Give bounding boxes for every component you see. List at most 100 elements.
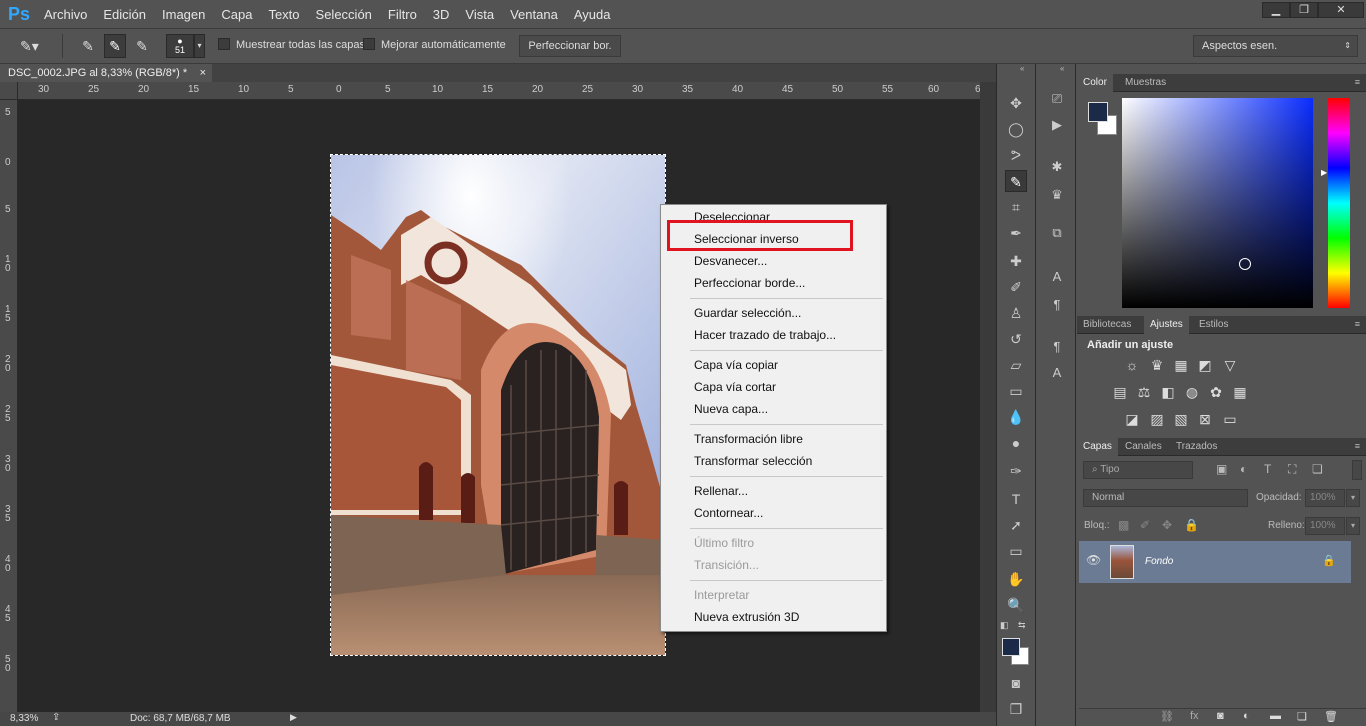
color-lookup-icon[interactable]: ▦ — [1231, 383, 1249, 401]
collapse-dock-icon[interactable]: « — [1060, 64, 1064, 73]
clone-stamp-tool-icon[interactable]: ♙ — [1005, 302, 1027, 324]
zoom-level[interactable]: 8,33% — [10, 713, 38, 724]
auto-enhance-checkbox[interactable] — [363, 38, 375, 50]
filter-type-icon[interactable]: T — [1264, 462, 1271, 476]
quick-mask-icon[interactable]: ◙ — [1005, 672, 1027, 694]
minimize-button[interactable]: ▁ — [1262, 2, 1290, 18]
context-menu-item[interactable]: Guardar selección... — [694, 306, 801, 320]
brush-size-dropdown-icon[interactable]: ▾ — [194, 34, 205, 58]
filter-smart-object-icon[interactable]: ❏ — [1312, 462, 1323, 476]
screen-mode-icon[interactable]: ❐ — [1005, 698, 1027, 720]
hand-tool-icon[interactable]: ✋ — [1005, 568, 1027, 590]
filter-shape-icon[interactable]: ⛶ — [1288, 462, 1296, 477]
paragraph-panel-icon[interactable]: ¶ — [1046, 294, 1068, 316]
filter-pixel-icon[interactable]: ▣ — [1216, 462, 1227, 476]
character-styles-icon[interactable]: A — [1046, 362, 1068, 384]
menu-capa[interactable]: Capa — [213, 7, 260, 22]
lock-all-icon[interactable]: 🔒 — [1184, 518, 1199, 532]
brush-presets-icon[interactable]: ♛ — [1046, 184, 1068, 206]
tab-adjustments[interactable]: Ajustes — [1144, 316, 1189, 334]
marquee-tool-icon[interactable]: ◯ — [1005, 118, 1027, 140]
brush-tool-icon[interactable]: ✐ — [1005, 276, 1027, 298]
hue-slider-handle-icon[interactable]: ▶ — [1321, 168, 1327, 177]
status-menu-arrow-icon[interactable]: ▶ — [290, 712, 297, 723]
close-tab-icon[interactable]: × — [200, 64, 206, 82]
layers-panel-menu-icon[interactable]: ≡ — [1355, 441, 1360, 451]
blend-mode-select[interactable]: Normal — [1083, 489, 1248, 507]
context-menu-item[interactable]: Transformar selección — [694, 454, 812, 468]
fill-dropdown-icon[interactable]: ▾ — [1346, 517, 1360, 535]
tab-paths[interactable]: Trazados — [1170, 438, 1223, 456]
context-menu-item[interactable]: Capa vía copiar — [694, 358, 778, 372]
adjustments-panel-menu-icon[interactable]: ≡ — [1355, 319, 1360, 329]
add-to-selection-brush-icon[interactable]: ✎ — [104, 34, 126, 58]
history-brush-tool-icon[interactable]: ↺ — [1005, 328, 1027, 350]
lock-position-icon[interactable]: ✥ — [1162, 518, 1172, 532]
tab-channels[interactable]: Canales — [1119, 438, 1168, 456]
selective-color-icon[interactable]: ⊠ — [1196, 410, 1214, 428]
dodge-tool-icon[interactable]: ● — [1005, 432, 1027, 454]
filter-toggle[interactable] — [1352, 460, 1362, 480]
menu-archivo[interactable]: Archivo — [36, 7, 95, 22]
document-image[interactable] — [330, 154, 666, 656]
color-picker-field[interactable] — [1122, 98, 1313, 308]
exposure-icon[interactable]: ◩ — [1196, 356, 1214, 374]
tab-styles[interactable]: Estilos — [1193, 316, 1234, 334]
menu-seleccion[interactable]: Selección — [308, 7, 380, 22]
new-group-icon[interactable]: ▬ — [1270, 710, 1281, 722]
delete-layer-icon[interactable]: 🗑 — [1324, 710, 1338, 723]
collapse-tools-icon[interactable]: « — [1020, 64, 1024, 73]
brush-size-picker[interactable]: ● 51 — [166, 34, 194, 58]
zoom-tool-icon[interactable]: 🔍 — [1005, 594, 1027, 616]
hue-slider[interactable] — [1328, 98, 1350, 308]
ruler-origin[interactable] — [0, 82, 18, 100]
lock-transparent-icon[interactable]: ▩ — [1118, 518, 1129, 532]
share-icon[interactable]: ⇪ — [52, 712, 60, 723]
photo-filter-icon[interactable]: ◍ — [1183, 383, 1201, 401]
pen-tool-icon[interactable]: ✑ — [1005, 460, 1027, 482]
context-menu-item[interactable]: Nueva capa... — [694, 402, 768, 416]
gradient-tool-icon[interactable]: ▭ — [1005, 380, 1027, 402]
brightness-contrast-icon[interactable]: ☼ — [1123, 356, 1141, 374]
document-tab[interactable]: DSC_0002.JPG al 8,33% (RGB/8*) * × — [0, 64, 212, 82]
move-tool-icon[interactable]: ✥ — [1005, 92, 1027, 114]
context-menu-item[interactable]: Desvanecer... — [694, 254, 767, 268]
blur-tool-icon[interactable]: 💧 — [1005, 406, 1027, 428]
posterize-icon[interactable]: ▨ — [1148, 410, 1166, 428]
black-white-icon[interactable]: ◧ — [1159, 383, 1177, 401]
menu-edicion[interactable]: Edición — [95, 7, 154, 22]
channel-mixer-icon[interactable]: ✿ — [1207, 383, 1225, 401]
layer-name[interactable]: Fondo — [1145, 556, 1173, 567]
fill-field[interactable]: 100% — [1305, 517, 1345, 535]
sample-all-layers-checkbox[interactable] — [218, 38, 230, 50]
eraser-tool-icon[interactable]: ▱ — [1005, 354, 1027, 376]
subtract-selection-brush-icon[interactable]: ✎ — [132, 35, 152, 57]
threshold-icon[interactable]: ▧ — [1172, 410, 1190, 428]
vibrance-icon[interactable]: ▽ — [1221, 356, 1239, 374]
menu-texto[interactable]: Texto — [260, 7, 307, 22]
brush-panel-icon[interactable]: ✱ — [1046, 156, 1068, 178]
3d-panel-icon[interactable]: ⧉ — [1046, 222, 1068, 244]
quick-selection-preset-icon[interactable]: ✎▾ — [20, 35, 56, 57]
quick-selection-tool-icon[interactable]: ✎ — [1005, 170, 1027, 192]
color-balance-icon[interactable]: ⚖ — [1135, 383, 1153, 401]
rectangle-tool-icon[interactable]: ▭ — [1005, 540, 1027, 562]
new-adjustment-layer-icon[interactable]: ◐ — [1243, 710, 1250, 722]
menu-ayuda[interactable]: Ayuda — [566, 7, 619, 22]
paragraph-styles-icon[interactable]: ¶ — [1046, 336, 1068, 358]
menu-3d[interactable]: 3D — [425, 7, 458, 22]
context-menu-item[interactable]: Transformación libre — [694, 432, 803, 446]
layer-kind-filter[interactable]: ⌕ Tipo — [1083, 461, 1193, 479]
history-panel-icon[interactable]: ⎚ — [1046, 88, 1068, 110]
context-menu-item[interactable]: Rellenar... — [694, 484, 748, 498]
workspace-select[interactable]: Aspectos esen. ⇕ — [1193, 35, 1358, 57]
context-menu-item[interactable]: Nueva extrusión 3D — [694, 610, 799, 624]
menu-imagen[interactable]: Imagen — [154, 7, 213, 22]
tab-layers[interactable]: Capas — [1077, 438, 1118, 456]
context-menu-item[interactable]: Capa vía cortar — [694, 380, 776, 394]
filter-adjustment-icon[interactable]: ◐ — [1240, 462, 1247, 476]
path-selection-tool-icon[interactable]: ➚ — [1005, 514, 1027, 536]
hue-saturation-icon[interactable]: ▤ — [1111, 383, 1129, 401]
curves-icon[interactable]: ▦ — [1172, 356, 1190, 374]
tab-libraries[interactable]: Bibliotecas — [1077, 316, 1137, 334]
